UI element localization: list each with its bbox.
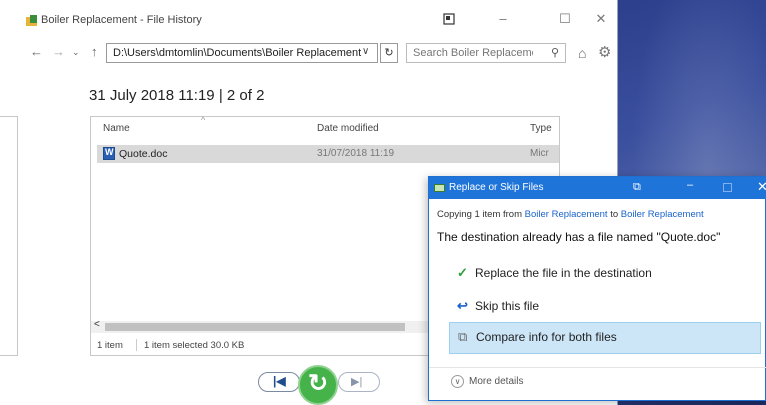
dialog-divider [429, 367, 766, 368]
dialog-snap-icon: ⧉ [633, 181, 641, 193]
status-divider [136, 339, 137, 351]
compare-option-label: Compare info for both files [476, 330, 617, 344]
copying-prefix: Copying 1 item from [437, 209, 525, 220]
dialog-title-bar: Replace or Skip Files ⧉ – ✕ [429, 177, 766, 199]
chevron-down-icon[interactable]: ∨ [451, 375, 464, 388]
skip-option-label: Skip this file [475, 299, 540, 313]
replace-option-label: Replace the file in the destination [475, 266, 652, 280]
address-path: D:\Users\dmtomlin\Documents\Boiler Repla… [113, 47, 362, 59]
search-icon: ⚲ [550, 47, 559, 59]
skip-file-option[interactable]: ↩ Skip this file [449, 292, 761, 322]
home-icon[interactable]: ⌂ [578, 45, 586, 61]
refresh-button[interactable]: ↻ [380, 43, 398, 63]
file-type: Micr [530, 148, 549, 159]
status-selection: 1 item selected 30.0 KB [144, 340, 245, 351]
scroll-left-arrow-icon[interactable]: < [94, 319, 100, 330]
column-header-type[interactable]: Type [530, 123, 552, 134]
dialog-close-button[interactable]: ✕ [757, 179, 766, 195]
sort-ascending-icon: ^ [201, 116, 206, 125]
dialog-maximize-button[interactable] [723, 183, 732, 192]
more-details-link[interactable]: More details [469, 376, 523, 387]
forward-arrow-icon[interactable]: → [52, 44, 65, 59]
maximize-button[interactable]: ☐ [558, 12, 572, 26]
column-header-name[interactable]: Name [103, 123, 130, 134]
restore-button[interactable]: ↻ [298, 365, 338, 405]
dialog-minimize-button[interactable]: – [687, 179, 693, 191]
copying-to-text: to [607, 209, 621, 220]
up-arrow-icon[interactable]: ↑ [91, 44, 98, 59]
refresh-icon: ↻ [384, 47, 394, 59]
title-bar: Boiler Replacement - File History – ☐ ✕ [0, 0, 618, 38]
previous-icon: |◀ [273, 374, 286, 388]
checkmark-icon: ✓ [457, 265, 468, 280]
file-row[interactable]: Quote.doc 31/07/2018 11:19 Micr [97, 145, 559, 163]
back-arrow-icon[interactable]: ← [30, 44, 43, 59]
restore-icon: ↻ [308, 370, 329, 397]
close-button[interactable]: ✕ [594, 12, 608, 26]
conflict-message: The destination already has a file named… [437, 230, 721, 244]
navigation-bar: ← → ⌄ ↑ D:\Users\dmtomlin\Documents\Boil… [0, 40, 618, 64]
file-name: Quote.doc [119, 148, 168, 160]
column-header-date-modified[interactable]: Date modified [317, 123, 379, 134]
previous-version-button[interactable]: |◀ [258, 372, 300, 392]
dialog-title: Replace or Skip Files [449, 182, 544, 193]
skip-arrow-icon: ↩ [457, 298, 468, 313]
recent-locations-chevron-icon[interactable]: ⌄ [72, 47, 80, 58]
source-link[interactable]: Boiler Replacement [525, 209, 608, 220]
compare-files-option[interactable]: ⧉ Compare info for both files [449, 322, 761, 354]
scrollbar-thumb[interactable] [105, 323, 405, 331]
word-document-icon [103, 147, 115, 160]
snap-icon [443, 13, 455, 25]
address-dropdown-icon[interactable]: ∨ [362, 46, 369, 57]
search-input[interactable] [413, 47, 533, 59]
copy-dialog-icon [434, 184, 445, 192]
compare-icon: ⧉ [458, 329, 468, 344]
next-version-button[interactable]: ▶| [338, 372, 380, 392]
column-name-label: Name [103, 123, 130, 134]
gear-icon[interactable]: ⚙ [598, 43, 611, 61]
replace-or-skip-dialog: Replace or Skip Files ⧉ – ✕ Copying 1 it… [428, 176, 766, 401]
window-title: Boiler Replacement - File History [41, 14, 202, 26]
file-history-app-icon [26, 15, 37, 26]
next-icon: ▶| [351, 376, 363, 388]
file-date-modified: 31/07/2018 11:19 [317, 148, 395, 159]
minimize-button[interactable]: – [496, 12, 510, 26]
replace-file-option[interactable]: ✓ Replace the file in the destination [449, 259, 761, 289]
destination-link[interactable]: Boiler Replacement [621, 209, 704, 220]
search-box[interactable]: ⚲ [406, 43, 566, 63]
previous-snapshot-panel[interactable] [0, 116, 18, 356]
address-bar[interactable]: D:\Users\dmtomlin\Documents\Boiler Repla… [106, 43, 378, 63]
snapshot-title: 31 July 2018 11:19 | 2 of 2 [89, 87, 265, 104]
status-item-count: 1 item [97, 340, 123, 351]
copying-summary: Copying 1 item from Boiler Replacement t… [437, 209, 704, 220]
